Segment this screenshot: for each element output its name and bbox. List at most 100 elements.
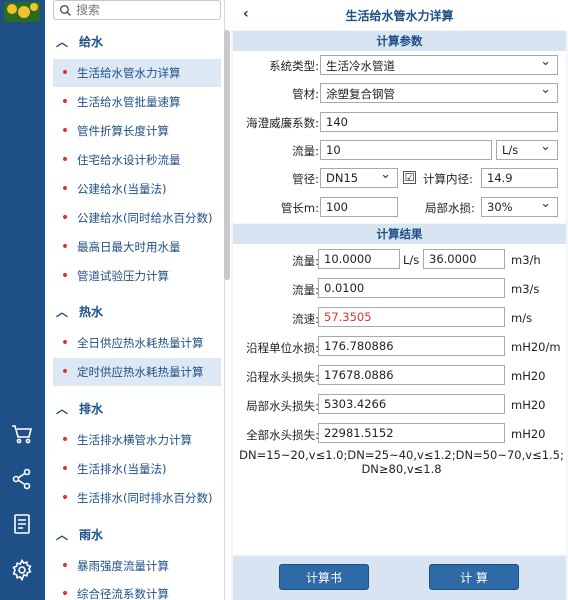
bullet-icon: • <box>60 123 70 139</box>
unit-m3h: m3/h <box>511 253 541 267</box>
result-flow-m3h-value: 36.0000 <box>429 252 477 266</box>
check-mark-icon: ☑ <box>404 171 415 184</box>
section-hot-water[interactable]: ︿ 热水 <box>45 298 224 324</box>
flow-value: 10 <box>326 143 341 157</box>
inner-diameter-checkbox[interactable]: ☑ <box>403 171 416 184</box>
system-type-value: 生活冷水管道 <box>326 59 395 73</box>
bullet-icon: • <box>60 558 70 574</box>
section-title: 热水 <box>79 304 104 319</box>
section-rainwater[interactable]: ︿ 雨水 <box>45 521 224 547</box>
sidebar-item-rain-intensity[interactable]: • 暴雨强度流量计算 <box>53 552 221 580</box>
bullet-icon: • <box>60 586 70 600</box>
sidebar-item-drain-horizontal[interactable]: • 生活排水横管水力计算 <box>53 426 221 454</box>
sidebar-item-label: 管道试验压力计算 <box>77 269 169 283</box>
params-panel: 系统类型: 生活冷水管道 管材: 涂塑复合钢管 海澄威廉系数: 140 流量: … <box>233 51 566 223</box>
diameter-value: DN15 <box>326 171 359 185</box>
section-title: 给水 <box>79 34 104 49</box>
bullet-icon: • <box>60 65 70 81</box>
unit-ls: L/s <box>403 253 420 267</box>
bullet-icon: • <box>60 335 70 351</box>
flow-unit-select[interactable]: L/s <box>496 140 558 160</box>
sidebar-item-drain-percent[interactable]: • 生活排水(同时排水百分数) <box>53 484 221 512</box>
inner-diameter-label: 计算内径: <box>423 172 473 186</box>
settings-icon[interactable] <box>10 558 34 582</box>
inner-diameter-value: 14.9 <box>487 171 513 185</box>
share-icon[interactable] <box>10 467 34 491</box>
bullet-icon: • <box>60 490 70 506</box>
velocity-limit-note-1: DN=15~20,v≤1.0;DN=25~40,v≤1.2;DN=50~70,v… <box>239 448 564 462</box>
result-flow2-label: 流量: <box>292 283 319 297</box>
bullet-icon: • <box>60 181 70 197</box>
sidebar-item-drain-equivalent[interactable]: • 生活排水(当量法) <box>53 455 221 483</box>
action-footer: 计算书 计 算 <box>233 556 566 600</box>
line-loss-value: 17678.0886 <box>324 368 394 382</box>
sidebar-item-runoff-coef[interactable]: • 综合径流系数计算 <box>53 580 221 600</box>
sidebar-item-residential-flow[interactable]: • 住宅给水设计秒流量 <box>53 146 221 174</box>
sidebar-item-label: 管件折算长度计算 <box>77 124 169 138</box>
sidebar-item-public-equivalent[interactable]: • 公建给水(当量法) <box>53 175 221 203</box>
unit-ms: m/s <box>511 311 533 325</box>
sidebar-item-supply-detail[interactable]: • 生活给水管水力详算 <box>53 59 221 87</box>
bullet-icon: • <box>60 210 70 226</box>
search-box[interactable] <box>53 0 221 20</box>
sidebar-item-label: 生活给水管水力详算 <box>77 66 181 80</box>
sidebar-item-public-percent[interactable]: • 公建给水(同时给水百分数) <box>53 204 221 232</box>
result-flow-ls: 10.0000 <box>318 249 400 269</box>
material-select[interactable]: 涂塑复合钢管 <box>320 83 558 103</box>
bullet-icon: • <box>60 432 70 448</box>
local-loss-result-value: 5303.4266 <box>324 397 387 411</box>
system-type-select[interactable]: 生活冷水管道 <box>320 55 558 75</box>
sidebar-item-supply-batch[interactable]: • 生活给水管批量速算 <box>53 88 221 116</box>
sidebar-item-label: 生活给水管批量速算 <box>77 95 181 109</box>
inner-diameter-input[interactable]: 14.9 <box>481 168 558 188</box>
sidebar-item-max-hour[interactable]: • 最高日最大时用水量 <box>53 233 221 261</box>
results-panel: 流量: 10.0000 L/s 36.0000 m3/h 流量: 0.0100 … <box>233 244 566 554</box>
back-icon[interactable]: ‹ <box>243 6 249 22</box>
sidebar-item-label: 综合径流系数计算 <box>77 587 169 600</box>
cart-icon[interactable] <box>10 422 34 446</box>
sidebar-item-label: 暴雨强度流量计算 <box>77 559 169 573</box>
unit-loss-label: 沿程单位水损: <box>246 341 319 355</box>
left-rail <box>0 0 45 600</box>
chevron-up-icon: ︿ <box>55 304 68 319</box>
flow-input[interactable]: 10 <box>320 140 492 160</box>
sidebar-item-timed-heat[interactable]: • 定时供应热水耗热量计算 <box>53 358 221 386</box>
bullet-icon: • <box>60 268 70 284</box>
local-loss-select[interactable]: 30% <box>481 197 558 217</box>
chevron-up-icon: ︿ <box>55 527 68 542</box>
hw-label: 海澄威廉系数: <box>246 116 319 130</box>
section-drainage[interactable]: ︿ 排水 <box>45 395 224 421</box>
local-loss-value: 30% <box>487 200 513 214</box>
sidebar-item-fitting-length[interactable]: • 管件折算长度计算 <box>53 117 221 145</box>
sidebar-item-test-pressure[interactable]: • 管道试验压力计算 <box>53 262 221 290</box>
document-icon[interactable] <box>10 512 34 536</box>
total-loss-output: 22981.5152 <box>318 423 505 443</box>
calculate-button[interactable]: 计 算 <box>429 564 519 590</box>
report-button[interactable]: 计算书 <box>279 564 369 590</box>
local-loss-result-label: 局部水头损失: <box>246 399 319 413</box>
local-loss-label: 局部水损: <box>425 201 475 215</box>
unit-m3s: m3/s <box>511 282 540 296</box>
local-loss-result-unit: mH20 <box>511 398 546 412</box>
flow-label: 流量: <box>292 144 319 158</box>
sidebar-item-label: 生活排水(同时排水百分数) <box>77 491 213 505</box>
result-flow-m3h: 36.0000 <box>423 249 505 269</box>
sidebar-scrollbar[interactable] <box>224 30 230 280</box>
sidebar-item-fullday-heat[interactable]: • 全日供应热水耗热量计算 <box>53 329 221 357</box>
chevron-up-icon: ︿ <box>55 401 68 416</box>
result-flow-m3s: 0.0100 <box>318 278 505 298</box>
sidebar-item-label: 住宅给水设计秒流量 <box>77 153 181 167</box>
result-flow-ls-value: 10.0000 <box>324 252 372 266</box>
search-input[interactable] <box>76 3 206 17</box>
diameter-select[interactable]: DN15 <box>320 168 398 188</box>
length-input[interactable]: 100 <box>320 197 398 217</box>
sidebar-item-label: 公建给水(同时给水百分数) <box>77 211 213 225</box>
length-label: 管长m: <box>280 201 319 215</box>
line-loss-unit: mH20 <box>511 369 546 383</box>
bullet-icon: • <box>60 152 70 168</box>
length-value: 100 <box>326 200 348 214</box>
section-water-supply[interactable]: ︿ 给水 <box>45 28 224 54</box>
bullet-icon: • <box>60 364 70 380</box>
hw-input[interactable]: 140 <box>320 112 558 132</box>
results-heading: 计算结果 <box>233 224 566 244</box>
